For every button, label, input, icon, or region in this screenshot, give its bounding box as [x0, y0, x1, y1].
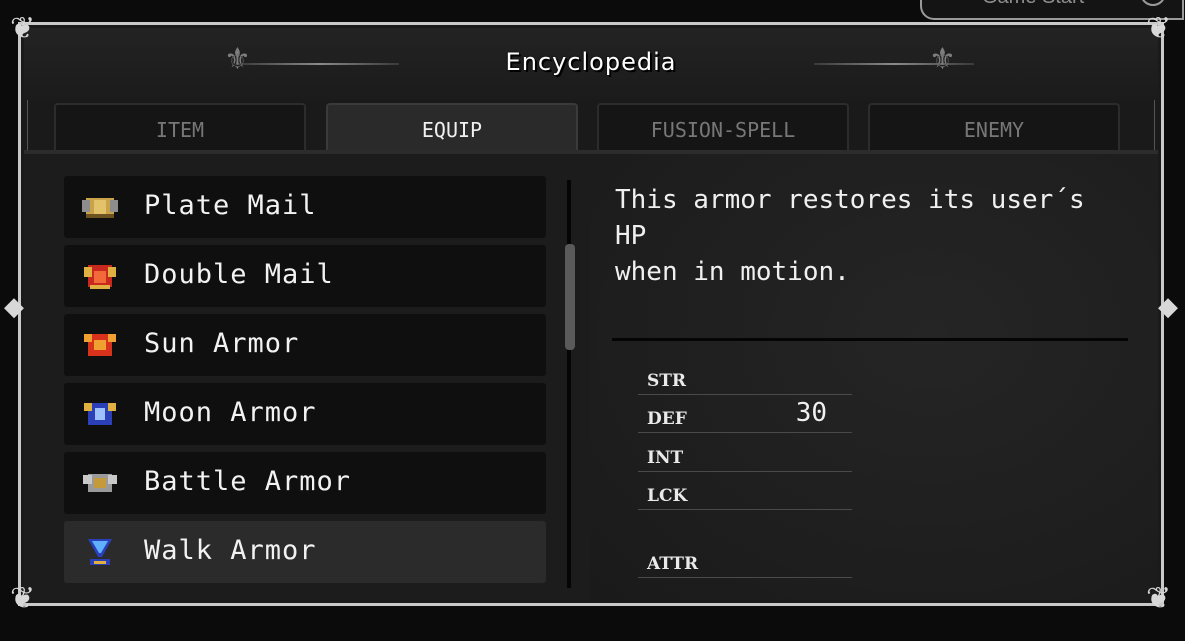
list-item-plate-mail[interactable]: Plate Mail — [64, 176, 546, 238]
plate-mail-icon — [82, 198, 118, 218]
list-item-moon-armor[interactable]: Moon Armor — [64, 383, 546, 445]
tab-item-label: ITEM — [155, 118, 205, 142]
corner-ornament-bottom-right-icon: ❦ — [1146, 581, 1172, 616]
list-item-sun-armor[interactable]: Sun Armor — [64, 314, 546, 376]
tab-equip-label: EQUIP — [421, 118, 483, 142]
item-description: This armor restores its user´s HP when i… — [615, 185, 1085, 287]
stat-row-int: INT — [638, 433, 852, 472]
stat-row-lck: LCK — [638, 471, 852, 510]
corner-ornament-top-right-icon: ❦ — [1146, 11, 1172, 46]
item-name: Double Mail — [144, 259, 334, 290]
category-tabs: ITEM EQUIP FUSION-SPELL ENEMY — [54, 103, 1124, 151]
stat-label: LCK — [647, 486, 688, 506]
tab-fusion-spell[interactable]: FUSION-SPELL — [597, 103, 849, 151]
stat-value: 30 — [795, 398, 827, 428]
encyclopedia-window: ⚜ ⚜ Encyclopedia ITEM EQUIP FUSION-SPELL… — [18, 22, 1164, 606]
moon-armor-icon — [84, 403, 116, 425]
item-name: Walk Armor — [144, 535, 317, 566]
sun-armor-icon — [84, 334, 116, 356]
window-title: Encyclopedia — [505, 48, 677, 76]
side-ornament-right-icon: ◆ — [1158, 292, 1178, 322]
equipment-list: Plate Mail Double Mail Sun Armor Moon Ar… — [24, 154, 590, 600]
stat-label: ATTR — [647, 554, 699, 574]
game-start-button[interactable]: Game Start — [920, 0, 1184, 20]
corner-ornament-bottom-left-icon: ❦ — [10, 581, 36, 616]
list-item-battle-armor[interactable]: Battle Armor — [64, 452, 546, 514]
list-item-walk-armor[interactable]: Walk Armor — [64, 521, 546, 583]
stat-row-def: DEF 30 — [638, 394, 852, 433]
stat-label: INT — [647, 448, 684, 468]
double-mail-icon — [84, 265, 116, 289]
stat-label: DEF — [647, 409, 687, 429]
detail-divider — [612, 338, 1128, 341]
game-start-label: Game Start — [982, 0, 1084, 9]
stat-row-attr: ATTR — [638, 539, 852, 578]
battle-armor-icon — [83, 474, 117, 492]
item-detail-panel: This armor restores its user´s HP when i… — [590, 154, 1158, 600]
side-ornament-left-icon: ◆ — [4, 292, 24, 322]
tab-item[interactable]: ITEM — [54, 103, 306, 151]
tab-fusion-spell-label: FUSION-SPELL — [650, 118, 796, 142]
item-name: Battle Armor — [144, 466, 352, 497]
tab-equip[interactable]: EQUIP — [326, 103, 578, 151]
corner-ornament-top-left-icon: ❦ — [10, 11, 36, 46]
item-name: Sun Armor — [144, 328, 300, 359]
list-item-double-mail[interactable]: Double Mail — [64, 245, 546, 307]
list-scrollbar-thumb[interactable] — [565, 244, 575, 350]
item-name: Plate Mail — [144, 190, 317, 221]
stat-label: STR — [647, 371, 687, 391]
button-prompt-icon — [1140, 0, 1166, 6]
item-name: Moon Armor — [144, 397, 317, 428]
tab-enemy-label: ENEMY — [963, 118, 1025, 142]
stat-row-str: STR — [638, 356, 852, 395]
walk-armor-icon — [88, 539, 112, 565]
window-header: ⚜ ⚜ Encyclopedia — [24, 28, 1158, 100]
tab-enemy[interactable]: ENEMY — [868, 103, 1120, 151]
content-area: Plate Mail Double Mail Sun Armor Moon Ar… — [24, 154, 1158, 600]
list-scrollbar-track[interactable] — [567, 180, 571, 588]
